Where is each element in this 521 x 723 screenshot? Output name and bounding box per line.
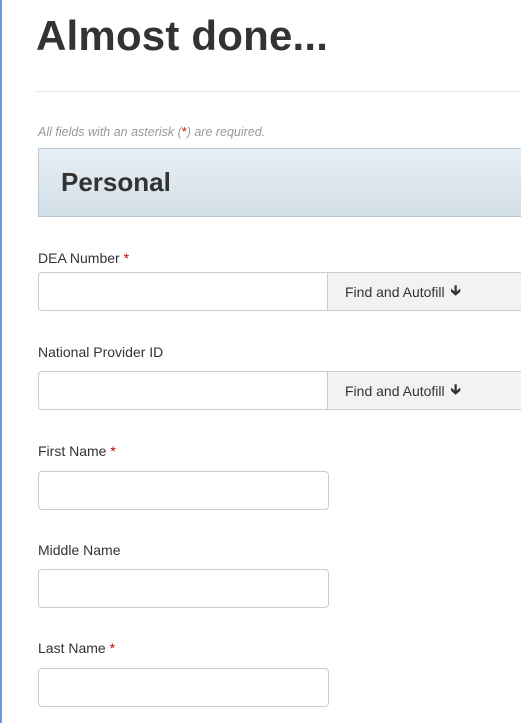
title-divider bbox=[36, 91, 521, 92]
dea-number-input[interactable] bbox=[38, 272, 327, 311]
required-asterisk: * bbox=[109, 640, 116, 656]
dea-number-label-text: DEA Number bbox=[38, 250, 120, 266]
npi-group: Find and Autofill 🡳 bbox=[38, 371, 521, 410]
npi-label-text: National Provider ID bbox=[38, 344, 164, 360]
first-name-label: First Name * bbox=[38, 443, 116, 459]
page-frame: Almost done... All fields with an asteri… bbox=[0, 0, 521, 723]
page-title: Almost done... bbox=[36, 12, 329, 59]
arrow-down-icon: 🡳 bbox=[450, 281, 461, 298]
middle-name-label-text: Middle Name bbox=[38, 542, 121, 558]
required-asterisk: * bbox=[123, 250, 130, 266]
dea-find-autofill-button[interactable]: Find and Autofill 🡳 bbox=[327, 272, 521, 311]
required-note-suffix: ) are required. bbox=[186, 125, 266, 139]
npi-input[interactable] bbox=[38, 371, 327, 410]
npi-label: National Provider ID bbox=[38, 344, 163, 360]
last-name-input[interactable] bbox=[38, 668, 329, 707]
npi-find-autofill-label: Find and Autofill bbox=[345, 382, 445, 399]
required-fields-note: All fields with an asterisk (*) are requ… bbox=[38, 125, 265, 139]
section-header-personal: Personal bbox=[38, 148, 521, 217]
last-name-label: Last Name * bbox=[38, 640, 115, 656]
required-asterisk: * bbox=[110, 443, 116, 459]
npi-find-autofill-button[interactable]: Find and Autofill 🡳 bbox=[327, 371, 521, 410]
middle-name-input[interactable] bbox=[38, 569, 329, 608]
section-title: Personal bbox=[61, 167, 171, 197]
required-note-prefix: All fields with an asterisk ( bbox=[38, 125, 182, 139]
arrow-down-icon: 🡳 bbox=[450, 380, 461, 397]
dea-number-group: Find and Autofill 🡳 bbox=[38, 272, 521, 311]
dea-number-label: DEA Number * bbox=[38, 250, 129, 266]
first-name-input[interactable] bbox=[38, 471, 329, 510]
first-name-label-text: First Name bbox=[38, 443, 107, 459]
last-name-label-text: Last Name bbox=[38, 640, 106, 656]
dea-find-autofill-label: Find and Autofill bbox=[345, 283, 445, 300]
middle-name-label: Middle Name bbox=[38, 542, 120, 558]
